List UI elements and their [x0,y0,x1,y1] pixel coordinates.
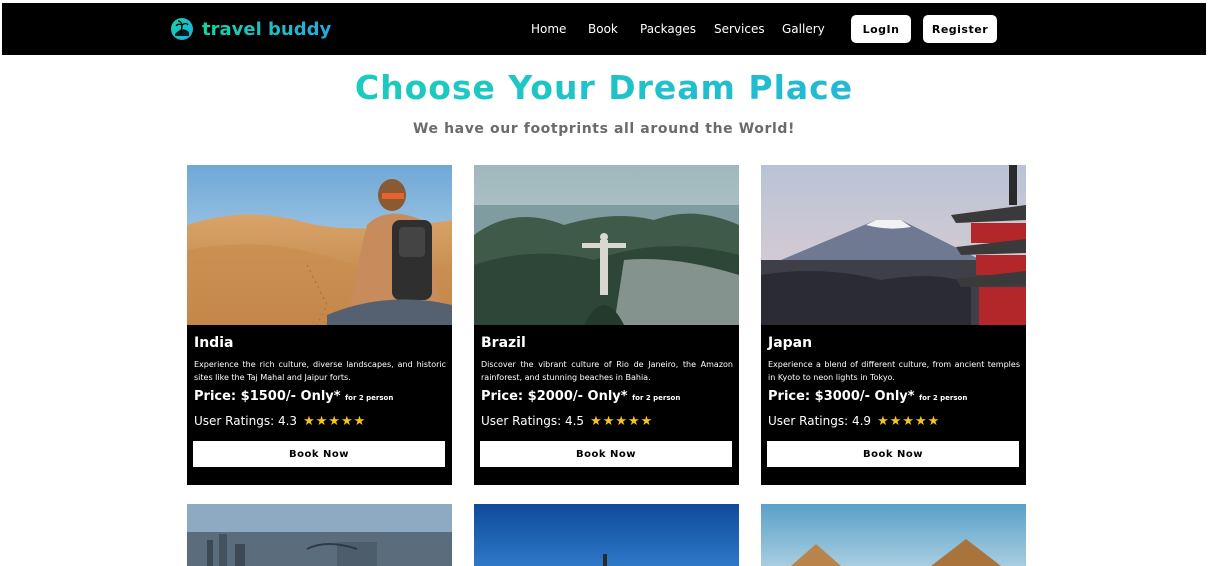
price-note: for 2 person [919,394,968,402]
destination-card-pyramids-photo [761,504,1026,566]
card-price: Price: $3000/- Only* for 2 person [768,389,967,404]
card-rating: User Ratings: 4.5 ★★★★★ [481,414,653,429]
card-title: Brazil [481,335,526,351]
destination-card-india: India Experience the rich culture, diver… [187,165,452,485]
card-description: Experience a blend of different culture,… [768,360,1020,382]
destination-card-brazil: Brazil Discover the vibrant culture of R… [474,165,739,485]
globe-palm-logo-icon [171,18,193,40]
book-now-button[interactable]: Book Now [480,441,732,467]
book-now-button[interactable]: Book Now [767,441,1019,467]
destination-card-city-photo [187,504,452,566]
price-note: for 2 person [632,394,681,402]
nav-packages[interactable]: Packages [640,22,696,36]
india-desert-photo [187,165,452,325]
page-subtitle: We have our footprints all around the Wo… [412,121,795,137]
price-note: for 2 person [345,394,394,402]
rating-label: User Ratings: 4.3 [194,414,298,428]
card-title: Japan [768,335,813,351]
card-description: Experience the rich culture, diverse lan… [194,360,446,382]
japan-fuji-pagoda-photo [761,165,1026,325]
card-rating: User Ratings: 4.3 ★★★★★ [194,414,366,429]
nav-services[interactable]: Services [714,22,765,36]
card-price: Price: $1500/- Only* for 2 person [194,389,393,404]
price-text: Price: $2000/- Only* [481,389,628,404]
nav-home[interactable]: Home [531,22,566,36]
top-navbar: travel buddy Home Book Packages Services… [2,3,1206,55]
card-rating: User Ratings: 4.9 ★★★★★ [768,414,940,429]
card-price: Price: $2000/- Only* for 2 person [481,389,680,404]
book-now-button[interactable]: Book Now [193,441,445,467]
destination-card-tower-photo [474,504,739,566]
destination-card-japan: Japan Experience a blend of different cu… [761,165,1026,485]
star-rating-icon: ★★★★★ [877,414,941,429]
brazil-rio-photo [474,165,739,325]
card-description: Discover the vibrant culture of Rio de J… [481,360,733,382]
page-title: Choose Your Dream Place [0,68,1208,107]
rating-label: User Ratings: 4.9 [768,414,872,428]
star-rating-icon: ★★★★★ [303,414,367,429]
price-text: Price: $3000/- Only* [768,389,915,404]
login-button[interactable]: LogIn [851,15,911,43]
brand-name: travel buddy [202,18,332,40]
register-button[interactable]: Register [923,15,997,43]
card-title: India [194,335,234,351]
price-text: Price: $1500/- Only* [194,389,341,404]
star-rating-icon: ★★★★★ [590,414,654,429]
rating-label: User Ratings: 4.5 [481,414,585,428]
brand-logo-link[interactable]: travel buddy [170,14,331,44]
nav-gallery[interactable]: Gallery [782,22,825,36]
nav-book[interactable]: Book [588,22,618,36]
